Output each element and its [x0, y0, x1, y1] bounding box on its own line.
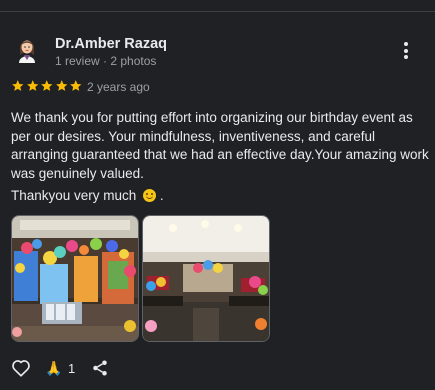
heart-outline-icon[interactable] — [11, 359, 31, 377]
top-divider — [0, 11, 435, 12]
reviewer-meta: 1 review · 2 photos — [55, 54, 157, 68]
closing-suffix: . — [159, 188, 164, 203]
review-closing: Thankyou very much . — [11, 188, 164, 203]
review-photo-2[interactable] — [142, 215, 270, 342]
review-actions: 🙏 1 — [0, 358, 435, 380]
more-options-icon[interactable] — [398, 42, 414, 62]
review-photo-1[interactable] — [11, 215, 139, 342]
smiling-face-icon — [143, 189, 157, 202]
star-icon — [12, 80, 24, 91]
star-icon — [41, 80, 53, 91]
closing-text: Thankyou very much — [11, 188, 137, 203]
reviewer-name[interactable]: Dr.Amber Razaq — [55, 36, 167, 52]
star-icon — [26, 80, 38, 91]
star-icon — [55, 80, 67, 91]
star-icon — [70, 80, 82, 91]
reviewer-avatar[interactable] — [11, 33, 43, 65]
star-rating — [11, 79, 83, 93]
reaction-emoji[interactable]: 🙏 — [45, 360, 62, 377]
review-text: We thank you for putting effort into org… — [11, 110, 429, 181]
review-time: 2 years ago — [87, 80, 150, 94]
reaction-count: 1 — [68, 361, 76, 376]
share-icon[interactable] — [91, 359, 109, 377]
